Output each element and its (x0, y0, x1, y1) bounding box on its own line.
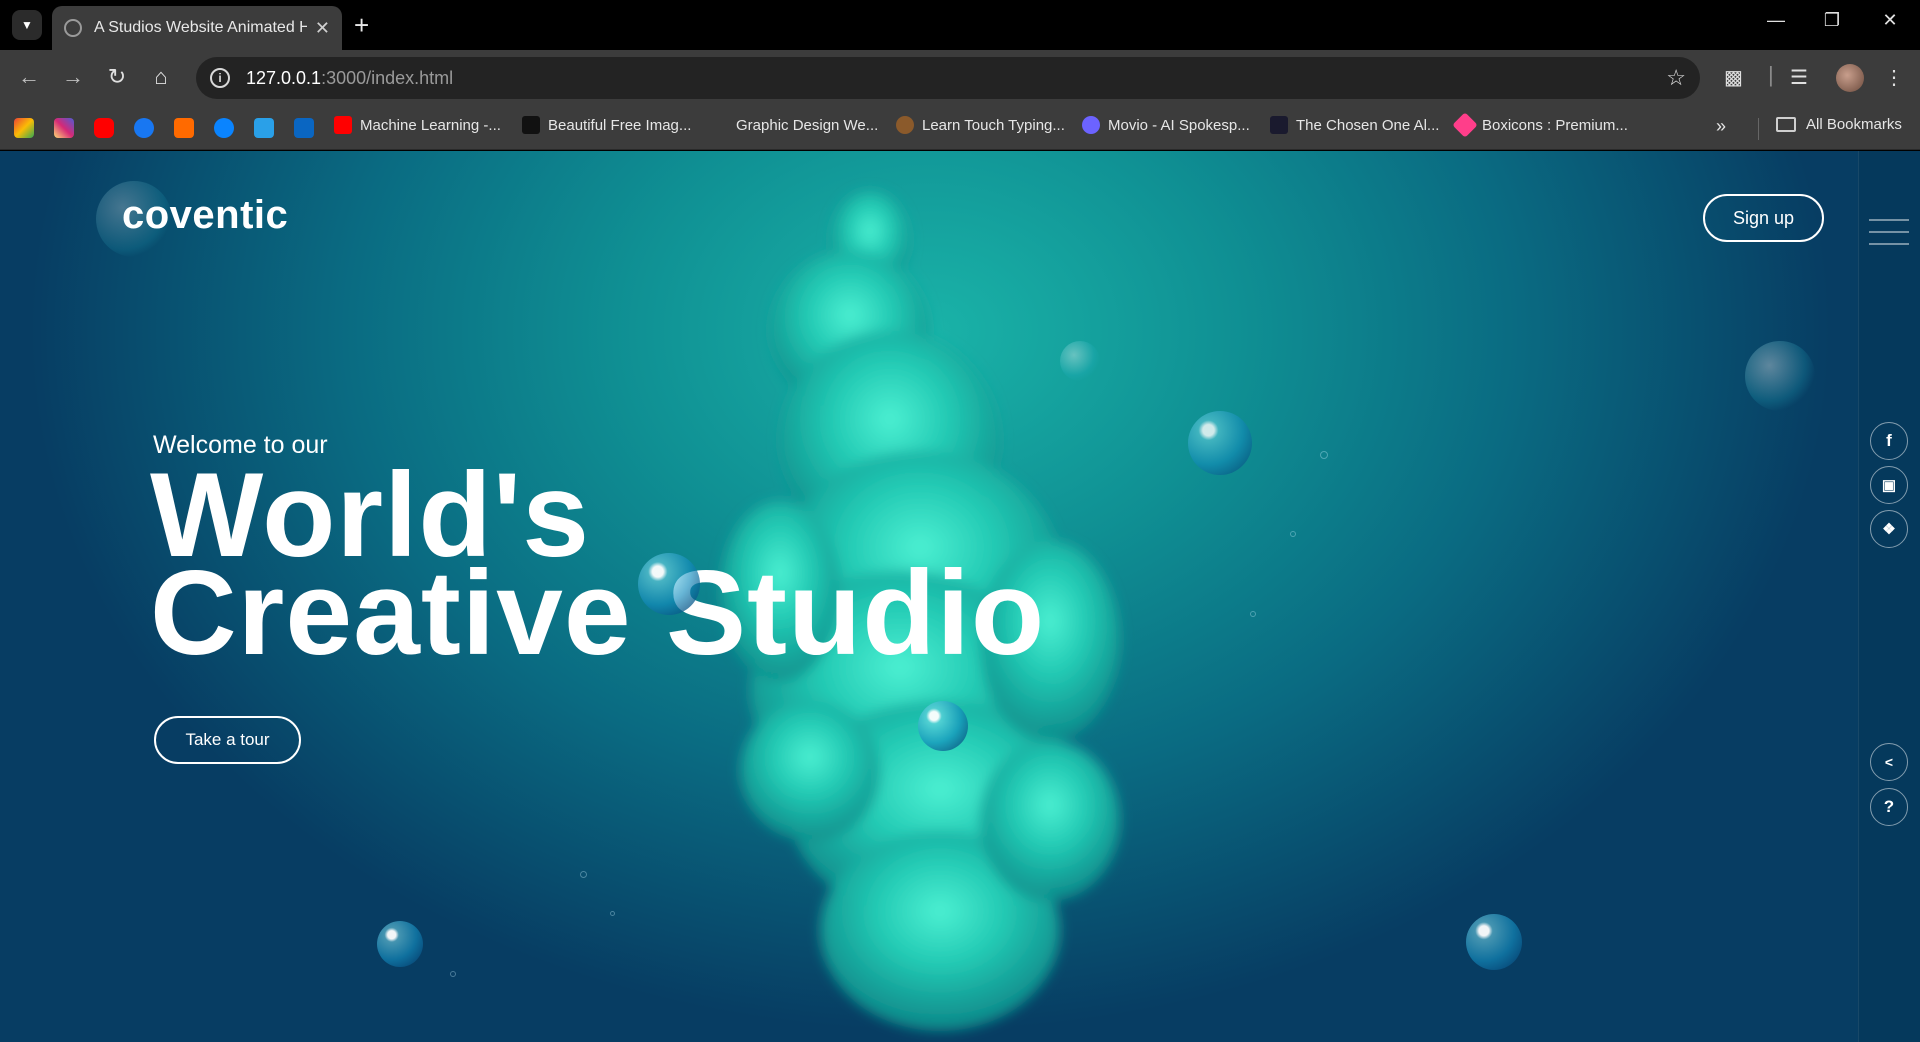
help-icon[interactable]: ? (1870, 788, 1908, 826)
restore-button[interactable]: ❐ (1812, 10, 1852, 31)
bookmark-label: Boxicons : Premium... (1482, 116, 1628, 134)
forward-button[interactable]: → (58, 64, 88, 90)
bookmark-label: Movio - AI Spokesp... (1108, 116, 1250, 134)
close-tab-icon[interactable]: ✕ (315, 18, 330, 39)
instagram-icon[interactable]: ▣ (1870, 466, 1908, 504)
back-button[interactable]: ← (14, 64, 44, 90)
micro-bubble (610, 911, 615, 916)
bookmark-item[interactable]: Boxicons : Premium... (1452, 112, 1628, 138)
bookmark-label: Machine Learning -... (360, 116, 501, 134)
bookmarks-divider (1758, 118, 1759, 140)
bubble (1466, 914, 1522, 970)
side-panel: f ▣ ❖ < ? (1858, 151, 1920, 1042)
folder-icon (1776, 117, 1796, 132)
blank-icon (710, 116, 728, 134)
bubble (1060, 341, 1100, 381)
share-icon[interactable]: < (1870, 743, 1908, 781)
bookmark-label: Graphic Design We... (736, 116, 879, 134)
home-button[interactable]: ⌂ (146, 64, 176, 90)
micro-bubble (1290, 531, 1296, 537)
media-controls-icon[interactable]: ☰ (1790, 65, 1808, 90)
new-tab-button[interactable]: + (354, 10, 369, 40)
boxicons-icon (1452, 112, 1478, 138)
bubble (1745, 341, 1815, 411)
youtube-icon (334, 116, 352, 134)
bubble (918, 701, 968, 751)
minimize-button[interactable]: — (1756, 10, 1796, 31)
hamburger-menu-icon[interactable] (1869, 219, 1909, 255)
all-bookmarks-label: All Bookmarks (1806, 116, 1902, 133)
reload-button[interactable]: ↻ (102, 64, 132, 90)
toolbar-divider: | (1768, 62, 1774, 87)
movio-icon (1082, 116, 1100, 134)
bookmark-label: Beautiful Free Imag... (548, 116, 692, 134)
tab-strip: ▼ A Studios Website Animated Hom ✕ + — ❐… (0, 0, 1920, 50)
bookmarks-bar: Machine Learning -... Beautiful Free Ima… (0, 106, 1920, 150)
bookmark-item[interactable]: Movio - AI Spokesp... (1082, 116, 1250, 134)
bookmark-item[interactable]: The Chosen One Al... (1270, 116, 1439, 134)
gmail-icon[interactable] (14, 118, 34, 138)
close-window-button[interactable]: ✕ (1870, 10, 1910, 31)
micro-bubble (580, 871, 587, 878)
app2-bookmark-icon[interactable] (254, 118, 274, 138)
bookmark-star-icon[interactable]: ☆ (1666, 65, 1686, 91)
unsplash-icon (522, 116, 540, 134)
address-bar[interactable]: i 127.0.0.1:3000/index.html ☆ (196, 57, 1700, 99)
bookmark-item[interactable]: Beautiful Free Imag... (522, 116, 691, 134)
tab-search-button[interactable]: ▼ (12, 10, 42, 40)
profile-avatar[interactable] (1836, 64, 1864, 92)
browser-tab[interactable]: A Studios Website Animated Hom ✕ (52, 6, 342, 50)
micro-bubble (450, 971, 456, 977)
app-bookmark-icon[interactable] (174, 118, 194, 138)
typing-icon (896, 116, 914, 134)
bubble (638, 553, 700, 615)
take-a-tour-button[interactable]: Take a tour (154, 716, 301, 764)
facebook-bookmark-icon[interactable] (134, 118, 154, 138)
micro-bubble (1250, 611, 1256, 617)
hero-headline: World's Creative Studio (150, 455, 1046, 680)
facebook-icon[interactable]: f (1870, 422, 1908, 460)
browser-toolbar: ← → ↻ ⌂ i 127.0.0.1:3000/index.html ☆ ▩ … (0, 50, 1920, 106)
twitter-icon[interactable]: ❖ (1870, 510, 1908, 548)
micro-bubble (1320, 451, 1328, 459)
all-bookmarks-button[interactable]: All Bookmarks (1776, 116, 1902, 133)
youtube-bookmark-icon[interactable] (94, 118, 114, 138)
signup-button[interactable]: Sign up (1703, 194, 1824, 242)
page-viewport: coventic Sign up Welcome to our World's … (0, 151, 1920, 1042)
bookmark-item[interactable]: Machine Learning -... (334, 116, 501, 134)
headline-line-2: Creative Studio (150, 546, 1046, 680)
bookmark-item[interactable]: Graphic Design We... (710, 116, 878, 134)
bookmark-label: The Chosen One Al... (1296, 116, 1440, 134)
onedrive-bookmark-icon[interactable] (214, 118, 234, 138)
tab-title: A Studios Website Animated Hom (94, 19, 307, 36)
extensions-icon[interactable]: ▩ (1724, 65, 1743, 90)
menu-kebab-icon[interactable]: ⋮ (1884, 65, 1904, 90)
globe-icon (64, 19, 82, 37)
url-path: :3000/index.html (321, 67, 454, 88)
url-host: 127.0.0.1 (246, 67, 322, 88)
linkedin-bookmark-icon[interactable] (294, 118, 314, 138)
bookmark-label: Learn Touch Typing... (922, 116, 1065, 134)
instagram-bookmark-icon[interactable] (54, 118, 74, 138)
site-logo[interactable]: coventic (122, 193, 288, 238)
bubble (377, 921, 423, 967)
chosen-one-icon (1270, 116, 1288, 134)
site-info-icon[interactable]: i (210, 68, 230, 88)
bookmark-item[interactable]: Learn Touch Typing... (896, 116, 1065, 134)
more-bookmarks-icon[interactable]: » (1716, 116, 1726, 137)
bubble (1188, 411, 1252, 475)
